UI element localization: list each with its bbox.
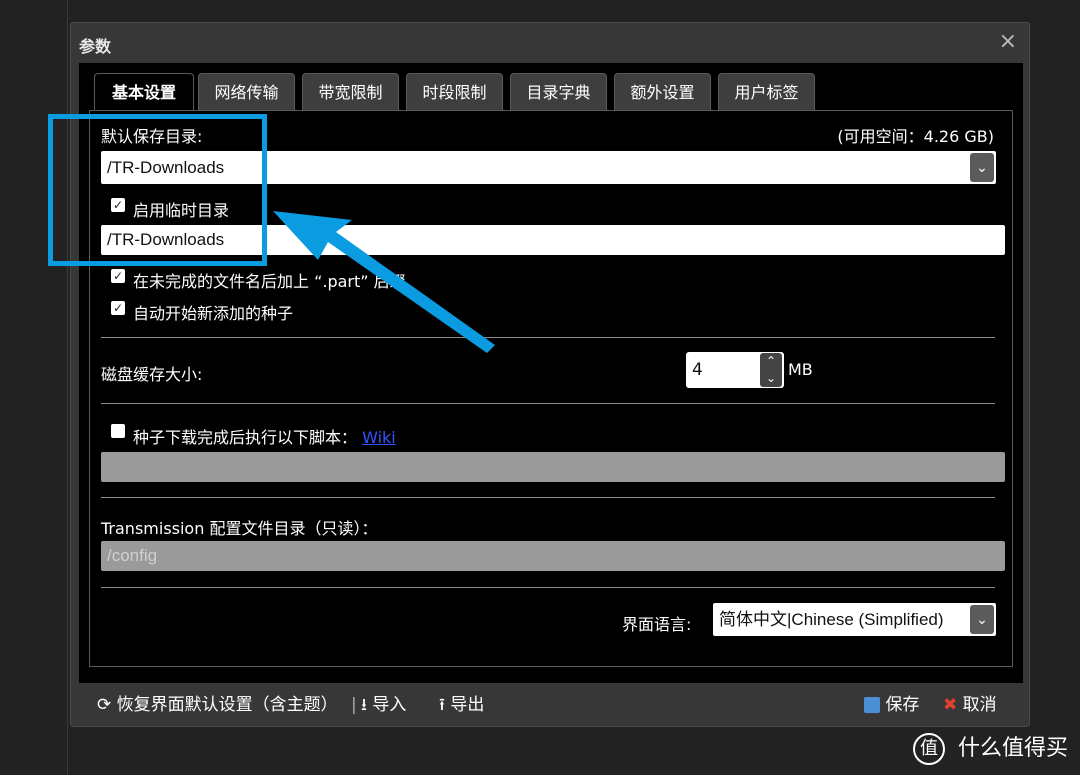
watermark: 值 什么值得买: [912, 730, 1068, 765]
watermark-text: 什么值得买: [957, 736, 1068, 761]
watermark-logo-icon: 值: [912, 733, 945, 765]
annotation-arrow: [273, 211, 495, 353]
